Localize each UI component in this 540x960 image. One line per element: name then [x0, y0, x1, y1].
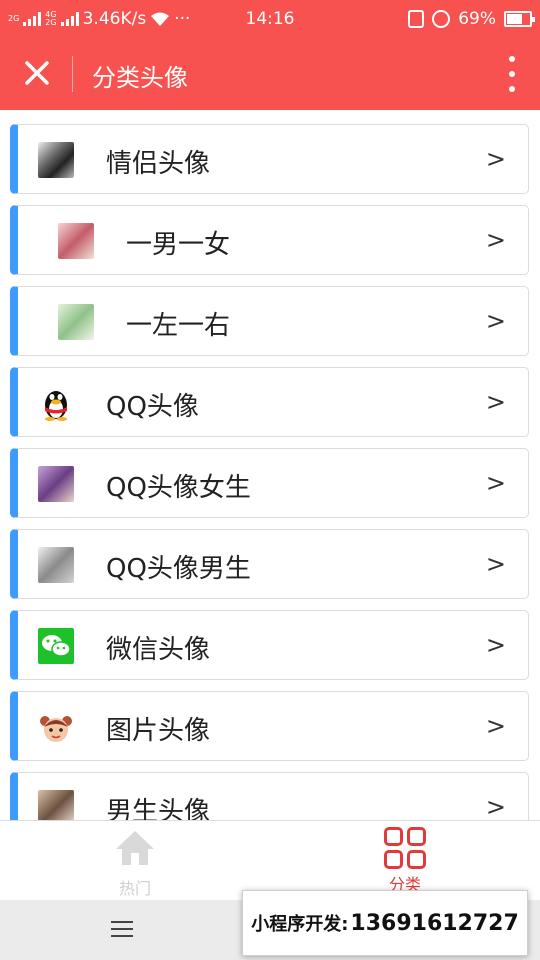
category-label: QQ头像: [106, 392, 199, 422]
category-item-qq-boy[interactable]: QQ头像男生 >: [10, 529, 529, 599]
close-icon: [25, 61, 49, 85]
qq-boy-thumbnail: [38, 547, 74, 583]
more-dot-icon: [509, 86, 515, 92]
category-item-wechat[interactable]: 微信头像 >: [10, 610, 529, 680]
category-item-boy[interactable]: 男生头像 >: [10, 772, 529, 820]
vibrate-icon: [408, 10, 425, 28]
chevron-right-icon: >: [485, 469, 506, 497]
page-title: 分类头像: [92, 64, 188, 92]
title-divider: [72, 56, 73, 92]
category-label: QQ头像女生: [106, 473, 251, 503]
status-bar: 2G 4G 2G 3.46K/s ··· 14:16 69%: [0, 0, 540, 38]
boy-thumbnail: [38, 790, 74, 820]
category-label: 情侣头像: [106, 149, 211, 179]
chevron-right-icon: >: [485, 631, 506, 659]
category-label: 男生头像: [106, 797, 211, 820]
left-right-thumbnail: [58, 304, 94, 340]
home-icon: [116, 831, 154, 865]
tab-hot[interactable]: 热门: [85, 827, 185, 899]
category-item-picture[interactable]: 图片头像 >: [10, 691, 529, 761]
category-label: QQ头像男生: [106, 554, 251, 584]
battery-icon: [504, 11, 535, 27]
wechat-icon: [38, 628, 74, 664]
tab-label: 热门: [118, 879, 151, 898]
battery-percent: 69%: [458, 9, 496, 29]
more-options-button[interactable]: [506, 56, 518, 92]
chevron-right-icon: >: [485, 793, 506, 820]
title-bar: 分类头像: [0, 38, 540, 110]
category-label: 一男一女: [126, 230, 231, 260]
boy-girl-thumbnail: [58, 223, 94, 259]
more-dot-icon: [509, 71, 515, 77]
chevron-right-icon: >: [485, 712, 506, 740]
chevron-right-icon: >: [485, 307, 506, 335]
category-label: 微信头像: [106, 635, 211, 665]
category-item-couple[interactable]: 情侣头像 >: [10, 124, 529, 194]
tab-category[interactable]: 分类: [355, 827, 455, 895]
developer-contact-badge: 小程序开发: 13691612727: [242, 890, 528, 956]
menu-icon[interactable]: [111, 921, 133, 937]
grid-icon: [384, 827, 426, 869]
category-label: 图片头像: [106, 716, 211, 746]
chevron-right-icon: >: [485, 388, 506, 416]
category-item-qq-girl[interactable]: QQ头像女生 >: [10, 448, 529, 518]
badge-label: 小程序开发:: [251, 914, 349, 935]
chevron-right-icon: >: [485, 145, 506, 173]
chevron-right-icon: >: [485, 550, 506, 578]
category-list[interactable]: 情侣头像 > 一男一女 > 一左一右 > QQ头像 > QQ头像女生 > QQ头…: [0, 110, 540, 820]
chevron-right-icon: >: [485, 226, 506, 254]
battery-fill: [507, 14, 523, 24]
close-button[interactable]: [18, 54, 56, 92]
cartoon-girl-icon: [38, 709, 74, 745]
category-label: 一左一右: [126, 311, 231, 341]
category-item-boy-girl[interactable]: 一男一女 >: [10, 205, 529, 275]
category-item-left-right[interactable]: 一左一右 >: [10, 286, 529, 356]
more-dot-icon: [509, 56, 515, 62]
category-item-qq[interactable]: QQ头像 >: [10, 367, 529, 437]
badge-phone: 13691612727: [350, 910, 519, 936]
qq-penguin-icon: [38, 385, 74, 421]
tab-bar: 热门 分类: [0, 820, 540, 900]
status-right: 69%: [408, 9, 535, 29]
couple-avatar-thumbnail: [38, 142, 74, 178]
alarm-icon: [432, 10, 451, 28]
qq-girl-thumbnail: [38, 466, 74, 502]
